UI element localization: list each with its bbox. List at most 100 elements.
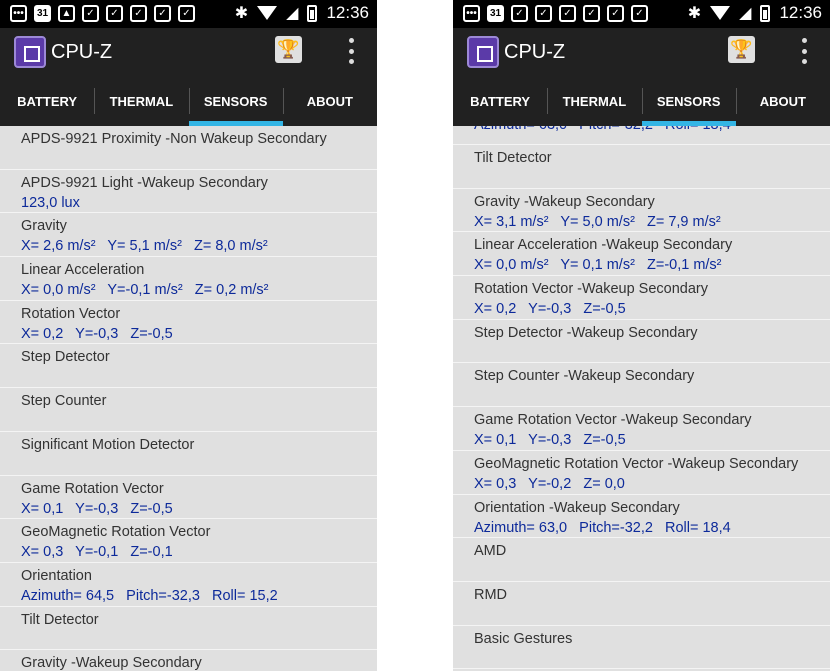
sensor-value: Azimuth= 63,0 Pitch=-32,2 Roll= 18,4 <box>474 126 809 135</box>
list-item[interactable]: Step Detector <box>0 344 377 389</box>
list-item[interactable]: APDS-9921 Proximity -Non Wakeup Secondar… <box>0 126 377 170</box>
tab-battery[interactable]: BATTERY <box>0 76 94 126</box>
sensor-name: Linear Acceleration <box>21 262 145 279</box>
status-bar: ••• 31 ✓ ✓ ✓ ✓ ✓ ✓ ✱ ◢ 12:36 <box>453 0 830 28</box>
sensor-name: Game Rotation Vector <box>21 480 164 497</box>
sensor-value: X= 0,1 Y=-0,3 Z=-0,5 <box>21 500 173 517</box>
app-title: CPU-Z <box>504 41 566 63</box>
checkbox-icon: ✓ <box>106 5 123 22</box>
list-item[interactable]: Orientation Azimuth= 64,5 Pitch=-32,3 Rol… <box>0 563 377 607</box>
sensor-name: Tilt Detector <box>21 611 99 628</box>
app-bar: CPU-Z 🏆 <box>0 28 377 76</box>
wifi-icon <box>710 6 731 20</box>
list-item[interactable]: Significant Motion Detector <box>0 432 377 476</box>
calendar-icon: 31 <box>34 5 51 22</box>
phone-screen-left: ••• 31 ▲ ✓ ✓ ✓ ✓ ✓ ✱ ◢ 12:36 CPU-Z 🏆 BAT… <box>0 0 377 671</box>
tab-thermal[interactable]: THERMAL <box>547 76 641 126</box>
list-item[interactable]: Step Counter <box>0 388 377 432</box>
message-icon: ••• <box>463 5 480 22</box>
phone-screen-right: ••• 31 ✓ ✓ ✓ ✓ ✓ ✓ ✱ ◢ 12:36 CPU-Z 🏆 BAT… <box>453 0 830 671</box>
list-item[interactable]: Rotation Vector -Wakeup Secondary X= 0,2 … <box>453 276 830 320</box>
sensor-name: APDS-9921 Light -Wakeup Secondary <box>21 174 268 191</box>
sensor-value: X= 0,2 Y=-0,3 Z=-0,5 <box>474 301 626 318</box>
list-item[interactable]: RMD <box>453 582 830 626</box>
sensor-name: Step Detector <box>21 349 110 366</box>
list-item[interactable]: Tilt Detector <box>0 607 377 651</box>
bluetooth-icon: ✱ <box>234 5 249 22</box>
signal-icon: ◢ <box>739 5 752 22</box>
sensor-value: X= 0,2 Y=-0,3 Z=-0,5 <box>21 325 173 342</box>
list-item[interactable]: Tilt Detector <box>453 145 830 189</box>
list-item[interactable]: Gravity X= 2,6 m/s² Y= 5,1 m/s² Z= 8,0 m/… <box>0 213 377 258</box>
list-item[interactable]: Linear Acceleration -Wakeup Secondary X= … <box>453 232 830 277</box>
app-title: CPU-Z <box>51 41 113 63</box>
sensor-name: Basic Gestures <box>474 630 573 647</box>
sensor-name: Orientation -Wakeup Secondary <box>474 499 680 516</box>
checkbox-icon: ✓ <box>607 5 624 22</box>
bluetooth-icon: ✱ <box>687 5 702 22</box>
wifi-icon <box>257 6 278 20</box>
list-item[interactable]: Game Rotation Vector X= 0,1 Y=-0,3 Z=-0,5 <box>0 476 377 520</box>
status-bar: ••• 31 ▲ ✓ ✓ ✓ ✓ ✓ ✱ ◢ 12:36 <box>0 0 377 28</box>
sensor-name: Step Detector -Wakeup Secondary <box>474 324 698 341</box>
list-item[interactable]: AMD <box>453 538 830 582</box>
checkbox-icon: ✓ <box>178 5 195 22</box>
list-item[interactable]: Rotation Vector X= 0,2 Y=-0,3 Z=-0,5 <box>0 301 377 345</box>
cpu-z-logo-icon <box>467 36 499 68</box>
list-item[interactable]: Basic Gestures <box>453 626 830 670</box>
list-item[interactable]: APDS-9921 Light -Wakeup Secondary 123,0 l… <box>0 170 377 214</box>
list-item[interactable]: Step Detector -Wakeup Secondary <box>453 320 830 364</box>
list-item[interactable]: Linear Acceleration X= 0,0 m/s² Y=-0,1 m/… <box>0 257 377 301</box>
signal-icon: ◢ <box>286 5 299 22</box>
sensor-value: X= 3,1 m/s² Y= 5,0 m/s² Z= 7,9 m/s² <box>474 213 721 230</box>
checkbox-icon: ✓ <box>583 5 600 22</box>
tab-about[interactable]: ABOUT <box>735 76 830 126</box>
tab-sensors[interactable]: SENSORS <box>188 76 284 126</box>
sensor-value: 123,0 lux <box>21 194 80 211</box>
tab-about[interactable]: ABOUT <box>282 76 377 126</box>
tab-bar: BATTERY THERMAL SENSORS ABOUT <box>453 76 830 126</box>
sensor-value: X= 0,0 m/s² Y=-0,1 m/s² Z= 0,2 m/s² <box>21 282 269 299</box>
tab-battery[interactable]: BATTERY <box>453 76 547 126</box>
app-bar: CPU-Z 🏆 <box>453 28 830 76</box>
image-icon: ▲ <box>58 5 75 22</box>
sensor-name: RMD <box>474 586 508 603</box>
sensor-name: Rotation Vector <box>21 305 121 322</box>
sensor-list[interactable]: Azimuth= 63,0 Pitch=-32,2 Roll= 18,4 Til… <box>453 126 830 671</box>
list-item[interactable]: Gravity -Wakeup Secondary <box>0 650 377 671</box>
tab-thermal[interactable]: THERMAL <box>94 76 188 126</box>
sensor-value: Azimuth= 63,0 Pitch=-32,2 Roll= 18,4 <box>474 519 731 536</box>
checkbox-icon: ✓ <box>559 5 576 22</box>
list-item[interactable]: Game Rotation Vector -Wakeup Secondary X=… <box>453 407 830 451</box>
list-item[interactable]: GeoMagnetic Rotation Vector X= 0,3 Y=-0,1… <box>0 519 377 563</box>
trophy-icon[interactable]: 🏆 <box>728 36 755 63</box>
overflow-menu-icon[interactable] <box>347 38 355 64</box>
list-item[interactable]: Orientation -Wakeup Secondary Azimuth= 63… <box>453 495 830 539</box>
sensor-name: Linear Acceleration -Wakeup Secondary <box>474 237 733 254</box>
sensor-name: Rotation Vector -Wakeup Secondary <box>474 281 709 298</box>
overflow-menu-icon[interactable] <box>800 38 808 64</box>
list-item[interactable]: Step Counter -Wakeup Secondary <box>453 363 830 408</box>
sensor-name: Gravity -Wakeup Secondary <box>474 193 655 210</box>
checkbox-icon: ✓ <box>631 5 648 22</box>
checkbox-icon: ✓ <box>154 5 171 22</box>
sensor-value: X= 0,1 Y=-0,3 Z=-0,5 <box>474 432 626 449</box>
sensor-name: APDS-9921 Proximity -Non Wakeup Secondar… <box>21 131 327 147</box>
sensor-value: X= 0,3 Y=-0,1 Z=-0,1 <box>21 544 173 561</box>
tab-sensors[interactable]: SENSORS <box>641 76 737 126</box>
tab-bar: BATTERY THERMAL SENSORS ABOUT <box>0 76 377 126</box>
list-item[interactable]: GeoMagnetic Rotation Vector -Wakeup Seco… <box>453 451 830 495</box>
sensor-name: GeoMagnetic Rotation Vector -Wakeup Seco… <box>474 455 799 472</box>
list-item[interactable]: Azimuth= 63,0 Pitch=-32,2 Roll= 18,4 <box>453 126 830 145</box>
sensor-value: Azimuth= 64,5 Pitch=-32,3 Roll= 15,2 <box>21 587 278 604</box>
checkbox-icon: ✓ <box>511 5 528 22</box>
sensor-name: Step Counter <box>21 393 107 410</box>
sensor-list[interactable]: APDS-9921 Proximity -Non Wakeup Secondar… <box>0 126 377 671</box>
list-item[interactable]: Gravity -Wakeup Secondary X= 3,1 m/s² Y= … <box>453 189 830 233</box>
sensor-name: Gravity -Wakeup Secondary <box>21 655 202 671</box>
sensor-name: Significant Motion Detector <box>21 436 195 453</box>
cpu-z-logo-icon <box>14 36 46 68</box>
trophy-icon[interactable]: 🏆 <box>275 36 302 63</box>
battery-icon <box>307 4 318 22</box>
clock: 12:36 <box>326 3 369 22</box>
